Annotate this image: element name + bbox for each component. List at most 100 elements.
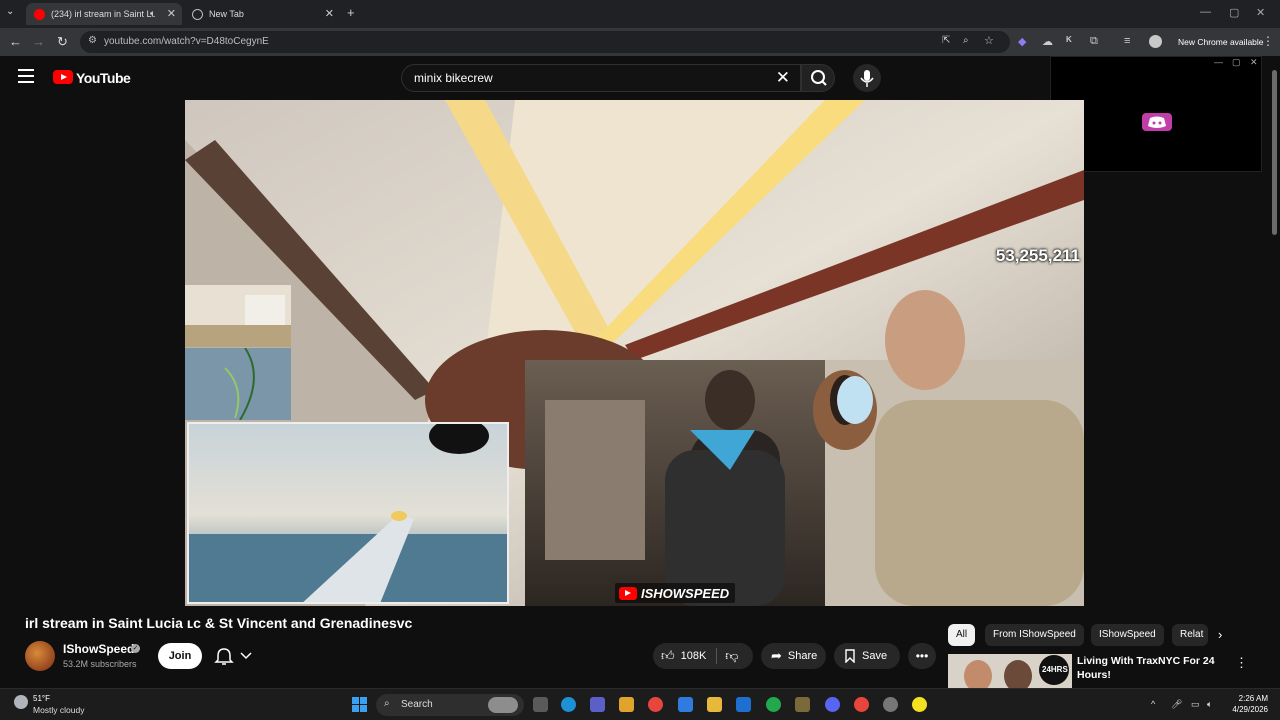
minimize-icon[interactable]: — <box>1200 6 1211 18</box>
xbox-icon[interactable] <box>766 697 781 712</box>
close-tab-icon[interactable]: ✕ <box>325 7 334 20</box>
close-tab-icon[interactable]: ✕ <box>167 7 176 20</box>
thumbs-up-icon[interactable]: 👍︎ <box>661 648 675 664</box>
share-arrow-icon: ➦ <box>771 648 782 663</box>
browser-tab-strip: ⌄ (234) irl stream in Saint Luc 🔈︎ ✕ New… <box>0 0 1280 28</box>
like-count[interactable]: 108K <box>681 650 707 662</box>
overlay-minimize-icon[interactable]: — <box>1214 57 1223 67</box>
youtube-logo-icon[interactable] <box>53 70 73 84</box>
recommendation-thumbnail[interactable]: 24HRS <box>948 654 1072 690</box>
channel-name[interactable]: IShowSpeed <box>63 642 134 656</box>
chip-from-channel[interactable]: From IShowSpeed <box>985 624 1084 646</box>
more-horizontal-icon: ••• <box>915 649 929 663</box>
verified-check-icon: ✓ <box>131 644 140 653</box>
route-map-image <box>185 347 291 421</box>
clear-search-icon[interactable]: ✕ <box>776 68 790 88</box>
taskbar-search[interactable]: ⌕ Search <box>376 694 524 716</box>
chrome-update-label[interactable]: New Chrome available <box>1178 37 1264 47</box>
snapchat-icon[interactable] <box>912 697 927 712</box>
capcut-icon[interactable] <box>736 697 751 712</box>
bookmark-star-icon[interactable]: ☆ <box>984 34 994 47</box>
watermark-text: ISHOWSPEED <box>641 585 730 601</box>
close-window-icon[interactable]: ✕ <box>1256 6 1265 19</box>
channel-avatar[interactable] <box>25 641 55 671</box>
chip-related[interactable]: Relat <box>1172 624 1208 646</box>
video-player[interactable]: 53,255,211 ISHOWSPEED <box>185 100 1084 606</box>
page-scrollbar[interactable] <box>1270 60 1278 686</box>
notification-bell-button[interactable] <box>210 643 266 669</box>
overlay-maximize-icon[interactable]: ▢ <box>1232 57 1241 68</box>
microphone-tray-icon[interactable]: 🎤︎ <box>1171 699 1182 710</box>
weather-cloud-icon[interactable] <box>14 695 28 709</box>
chrome-profile-icon[interactable] <box>854 697 869 712</box>
chrome-icon[interactable] <box>648 697 663 712</box>
search-input[interactable]: minix bikecrew <box>414 71 493 85</box>
volume-icon[interactable]: 🔈︎ <box>1207 699 1212 710</box>
chip-all[interactable]: All <box>948 624 976 646</box>
join-button[interactable]: Join <box>158 643 202 669</box>
more-vertical-icon[interactable]: ⋮ <box>1235 655 1248 671</box>
file-explorer-icon[interactable] <box>707 697 722 712</box>
viewer-count: 53,255,211 <box>995 246 1080 265</box>
search-button[interactable] <box>801 64 835 92</box>
back-arrow-icon[interactable]: ← <box>9 34 22 49</box>
zoom-icon[interactable]: ⌕ <box>963 35 969 46</box>
tab-title: New Tab <box>209 9 244 19</box>
microphone-icon <box>860 70 874 87</box>
settings-gear-icon[interactable] <box>883 697 898 712</box>
like-dislike-group: 👍︎ 108K 👎︎ <box>653 643 753 669</box>
maximize-icon[interactable]: ▢ <box>1229 6 1239 19</box>
copilot-icon[interactable] <box>619 697 634 712</box>
site-info-icon[interactable]: ⚙ <box>88 35 97 46</box>
extension-text-icon[interactable]: K <box>1066 35 1072 44</box>
share-button[interactable]: ➦ Share <box>761 643 826 669</box>
teams-icon[interactable] <box>590 697 605 712</box>
tray-overflow-icon[interactable]: ^ <box>1151 699 1155 709</box>
globe-icon <box>192 8 203 20</box>
more-actions-button[interactable]: ••• <box>908 643 936 669</box>
recommendation-title[interactable]: Living With TraxNYC For 24 Hours! <box>1077 654 1217 682</box>
taskbar-search-label: Search <box>401 699 433 710</box>
display-icon[interactable]: ▭ <box>1191 699 1200 710</box>
task-view-icon[interactable] <box>533 697 548 712</box>
voice-search-button[interactable] <box>853 64 881 92</box>
weather-description[interactable]: Mostly cloudy <box>33 705 85 715</box>
profile-avatar[interactable] <box>1149 35 1162 48</box>
open-in-app-icon[interactable]: ⇱ <box>942 35 950 46</box>
search-icon: ⌕ <box>384 698 390 709</box>
weather-temperature[interactable]: 51°F <box>33 694 50 703</box>
chip-channel[interactable]: IShowSpeed <box>1091 624 1164 646</box>
media-control-icon[interactable]: ≡ <box>1124 35 1130 47</box>
chevron-right-icon[interactable]: › <box>1218 627 1222 642</box>
clock-time[interactable]: 2:26 AM <box>1230 694 1268 703</box>
youtube-favicon-icon <box>34 8 45 20</box>
hamburger-menu-icon[interactable] <box>18 69 34 83</box>
windows-start-icon[interactable] <box>352 697 368 713</box>
reload-icon[interactable]: ↻ <box>57 34 68 50</box>
store-icon[interactable] <box>678 697 693 712</box>
search-highlight-icon <box>488 697 518 713</box>
address-bar[interactable]: ⚙ youtube.com/watch?v=D48toCegynE ⇱ ⌕ ☆ <box>80 31 1010 53</box>
clock-date[interactable]: 4/29/2026 <box>1226 705 1268 714</box>
youtube-logo-text[interactable]: YouTube <box>76 70 131 86</box>
chrome-menu-icon[interactable]: ⋮ <box>1262 34 1274 48</box>
search-field[interactable]: minix bikecrew ✕ <box>401 64 801 92</box>
forward-arrow-icon[interactable]: → <box>32 34 45 49</box>
new-tab-plus-icon[interactable]: + <box>347 5 355 20</box>
tab-youtube[interactable]: (234) irl stream in Saint Luc 🔈︎ ✕ <box>26 3 182 25</box>
channel-watermark: ISHOWSPEED <box>615 583 736 603</box>
extension-icon[interactable]: ◆ <box>1018 35 1026 48</box>
tab-new-tab[interactable]: New Tab ✕ <box>184 3 340 25</box>
scrollbar-thumb[interactable] <box>1272 70 1277 235</box>
thumbs-down-icon[interactable]: 👎︎ <box>725 648 738 664</box>
discord-taskbar-icon[interactable] <box>825 697 840 712</box>
edge-icon[interactable] <box>561 697 576 712</box>
extension-cloud-icon[interactable]: ☁ <box>1042 35 1053 48</box>
audio-icon[interactable]: 🔈︎ <box>150 8 155 19</box>
discord-icon[interactable] <box>1142 113 1172 131</box>
tab-search-chevron-icon[interactable]: ⌄ <box>6 6 14 17</box>
extensions-puzzle-icon[interactable]: ⧉ <box>1090 35 1098 48</box>
save-button[interactable]: Save <box>834 643 900 669</box>
app-icon[interactable] <box>795 697 810 712</box>
overlay-close-icon[interactable]: ✕ <box>1250 57 1258 68</box>
